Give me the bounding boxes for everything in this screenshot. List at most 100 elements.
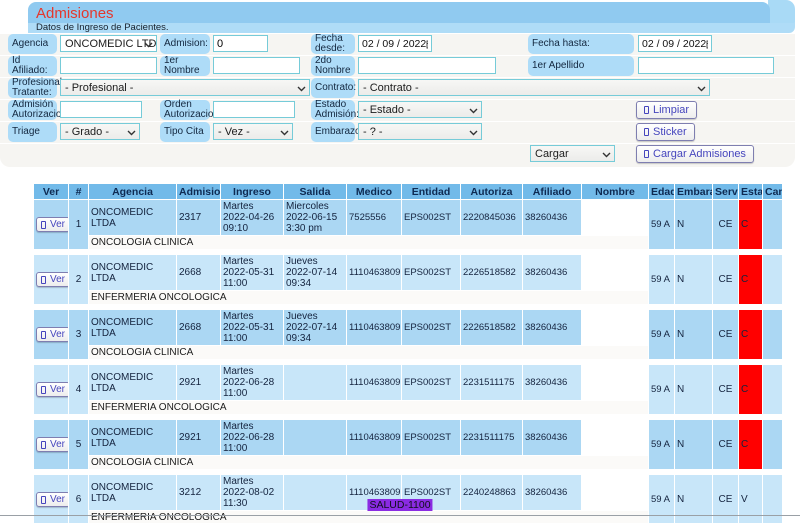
cell-nombre: [582, 365, 648, 400]
agencia-select[interactable]: ONCOMEDIC LTDA_001: [60, 35, 157, 52]
cell-cama: [763, 310, 782, 359]
cargar-select[interactable]: Cargar: [530, 145, 615, 162]
ver-button[interactable]: Ver: [36, 492, 68, 507]
cell-nombre: [582, 255, 648, 290]
page-bottom-divider: [0, 515, 800, 516]
chevron-down-icon: [127, 130, 136, 136]
spacer-cell: [34, 305, 782, 309]
ver-button[interactable]: Ver: [36, 382, 68, 397]
embarazo-select[interactable]: - ? -: [358, 123, 482, 140]
cell-agencia: ONCOMEDIC LTDA: [89, 475, 176, 510]
cell-autoriza: 2231511175: [461, 420, 522, 455]
fecha-hasta-label: Fecha hasta:: [528, 34, 634, 54]
admissions-table-wrap: Ver#AgenciaAdmisionIngresoSalidaMedicoEn…: [33, 183, 783, 523]
col-header-ver: Ver: [34, 184, 68, 199]
profesional-select[interactable]: - Profesional -: [60, 79, 310, 96]
chevron-down-icon: [697, 86, 706, 92]
cell-estado: C: [739, 200, 762, 249]
cell-num: 4: [69, 365, 88, 414]
cell-serv: CE: [713, 365, 738, 414]
limpiar-button[interactable]: Limpiar: [636, 101, 697, 119]
col-header-nombre: Nombre: [582, 184, 648, 199]
cell-entidad: EPS002ST: [402, 365, 460, 400]
cell-cama: [763, 420, 782, 469]
cell-estado: C: [739, 310, 762, 359]
cell-medico: 7525556: [347, 200, 401, 235]
col-header-serv: Serv: [713, 184, 738, 199]
spacer-cell: [34, 250, 782, 254]
cell-entidad: EPS002ST: [402, 200, 460, 235]
cell-ingreso: Martes 2022-06-28 11:00: [221, 420, 283, 455]
cell-medico: 1110463809: [347, 255, 401, 290]
estado-admision-select[interactable]: - Estado -: [358, 101, 482, 118]
chevron-down-icon: [280, 130, 289, 136]
cell-serv: CE: [713, 420, 738, 469]
admision-autorizacion-input[interactable]: [60, 101, 142, 118]
ver-icon: [41, 386, 46, 394]
cell-salida: [284, 420, 346, 455]
cell-ingreso: Martes 2022-06-28 11:00: [221, 365, 283, 400]
spacer-cell: [34, 415, 782, 419]
cell-cama: [763, 255, 782, 304]
salud-badge: SALUD-1100: [367, 499, 432, 511]
cell-estado: C: [739, 255, 762, 304]
contrato-select[interactable]: - Contrato -: [358, 79, 710, 96]
cell-ver: Ver: [34, 200, 68, 249]
calendar-icon: [426, 39, 428, 49]
form-row-3: Profesional Tratante: - Profesional - Co…: [0, 78, 795, 99]
cell-agencia: ONCOMEDIC LTDA: [89, 365, 176, 400]
cell-nombre: [582, 200, 648, 235]
segundo-nombre-label: 2do Nombre: [311, 56, 355, 76]
tipo-cita-select[interactable]: - Vez -: [213, 123, 293, 140]
id-afiliado-label: Id Afiliado:: [8, 56, 57, 76]
fecha-desde-input[interactable]: 02 / 09 / 2022: [358, 35, 432, 52]
id-afiliado-input[interactable]: [60, 57, 157, 74]
sticker-button[interactable]: Sticker: [636, 123, 695, 141]
segundo-nombre-input[interactable]: [358, 57, 496, 74]
admision-input[interactable]: [213, 35, 268, 52]
spacer-cell: [34, 360, 782, 364]
col-header-estado: Estado: [739, 184, 762, 199]
cell-admision: 2921: [177, 365, 220, 400]
col-header-autoriza: Autoriza: [461, 184, 522, 199]
cell-agencia: ONCOMEDIC LTDA: [89, 310, 176, 345]
ver-button[interactable]: Ver: [36, 217, 68, 232]
cell-servicio: ONCOLOGIA CLINICA: [89, 236, 648, 249]
cell-cama: [763, 365, 782, 414]
form-row-1: Agencia ONCOMEDIC LTDA_001 Admision: Fec…: [0, 34, 795, 55]
cell-nombre: [582, 475, 648, 510]
cell-num: 2: [69, 255, 88, 304]
primer-apellido-input[interactable]: [638, 57, 774, 74]
col-header-medico: Medico: [347, 184, 401, 199]
triage-select[interactable]: - Grado -: [60, 123, 140, 140]
cargar-admisiones-button[interactable]: Cargar Admisiones: [636, 145, 754, 163]
cell-embarazo: N: [675, 255, 712, 304]
table-row: Ver3ONCOMEDIC LTDA2668Martes 2022-05-31 …: [34, 310, 782, 345]
cell-embarazo: N: [675, 365, 712, 414]
ver-icon: [41, 496, 46, 504]
cell-estado: C: [739, 365, 762, 414]
primer-nombre-input[interactable]: [213, 57, 300, 74]
orden-autorizacion-input[interactable]: [213, 101, 295, 118]
cell-salida: Jueves 2022-07-14 09:34: [284, 310, 346, 345]
cell-afiliado: 38260436: [523, 200, 581, 235]
cell-admision: 2921: [177, 420, 220, 455]
cell-servicio: ONCOLOGIA CLINICA: [89, 346, 648, 359]
ver-button[interactable]: Ver: [36, 272, 68, 287]
cell-admision: 3212: [177, 475, 220, 510]
cell-admision: 2317: [177, 200, 220, 235]
filter-form: Agencia ONCOMEDIC LTDA_001 Admision: Fec…: [0, 34, 795, 168]
cell-embarazo: N: [675, 310, 712, 359]
admision-label: Admision:: [160, 34, 210, 54]
cell-ver: Ver: [34, 420, 68, 469]
cell-entidad: EPS002ST: [402, 420, 460, 455]
fecha-hasta-input[interactable]: 02 / 09 / 2022: [638, 35, 712, 52]
chevron-down-icon: [297, 86, 306, 92]
ver-button[interactable]: Ver: [36, 437, 68, 452]
sticker-icon: [644, 128, 649, 136]
col-header-embarazo: Embarazo: [675, 184, 712, 199]
page-title: Admisiones: [28, 2, 770, 22]
admissions-table: Ver#AgenciaAdmisionIngresoSalidaMedicoEn…: [33, 183, 783, 523]
ver-button[interactable]: Ver: [36, 327, 68, 342]
cell-ingreso: Martes 2022-08-02 11:30: [221, 475, 283, 510]
